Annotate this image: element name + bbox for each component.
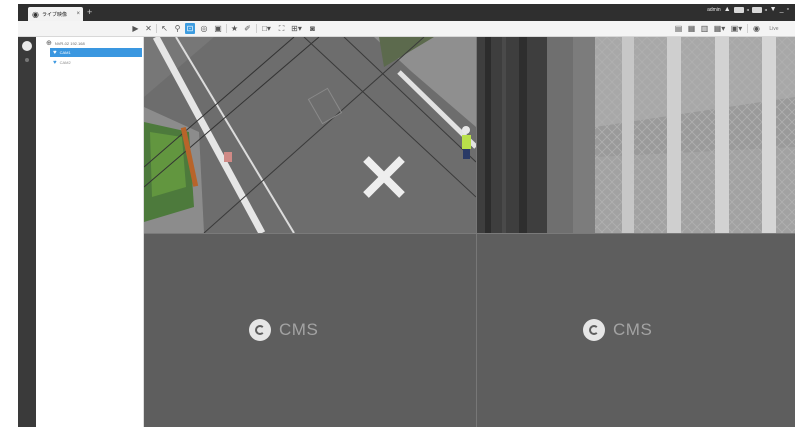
fence-camera-feed bbox=[477, 37, 795, 233]
cms-logo-icon bbox=[249, 319, 271, 341]
eye-icon[interactable]: ◎ bbox=[198, 23, 210, 34]
stop-icon[interactable]: ✕ bbox=[144, 23, 153, 34]
cms-logo-icon bbox=[583, 319, 605, 341]
monitor-icon[interactable] bbox=[751, 6, 762, 13]
tree-item-label: CAM2 bbox=[59, 60, 71, 65]
camera-icon[interactable]: ◙ bbox=[307, 23, 318, 34]
image-icon[interactable]: ▣ bbox=[213, 23, 223, 34]
camera-icon: ♥ bbox=[53, 49, 57, 56]
play-icon[interactable]: ▶ bbox=[131, 23, 140, 34]
toolbar-separator bbox=[747, 24, 748, 33]
restore-icon[interactable]: ▫ bbox=[787, 6, 789, 13]
monitor-icon[interactable] bbox=[733, 6, 744, 13]
toolbar-separator bbox=[156, 24, 157, 33]
star-icon[interactable]: ★ bbox=[230, 23, 239, 34]
view-custom-icon[interactable]: ▣▾ bbox=[730, 23, 743, 34]
cms-logo-text: CMS bbox=[279, 320, 319, 339]
user-icon[interactable]: ▲ bbox=[724, 6, 731, 13]
minimize-icon[interactable]: _ bbox=[780, 6, 784, 13]
video-cell-2[interactable] bbox=[477, 37, 795, 233]
tree-item[interactable]: ♥ CAM2 bbox=[50, 58, 142, 67]
focus-icon[interactable]: ⊡ bbox=[185, 23, 195, 34]
eye-icon[interactable]: ◉ bbox=[752, 23, 761, 34]
tree-root-label: NVR-02 192.168 bbox=[54, 40, 85, 46]
left-strip bbox=[18, 37, 36, 427]
zoom-icon[interactable]: ⚲ bbox=[173, 23, 182, 34]
tree-root[interactable]: ⊕ NVR-02 192.168 bbox=[46, 39, 85, 47]
pin-icon[interactable]: ✐ bbox=[243, 23, 252, 34]
grid-divider-vertical bbox=[476, 37, 477, 427]
layout-grid-icon[interactable]: ⊞▾ bbox=[290, 23, 303, 34]
toolbar-separator bbox=[226, 24, 227, 33]
video-cell-3[interactable]: CMS bbox=[144, 234, 476, 427]
tab-live-view[interactable]: ◉ ライブ映像 × bbox=[28, 7, 83, 21]
live-label[interactable]: Live bbox=[764, 23, 784, 34]
layout-1-icon[interactable]: □▾ bbox=[260, 23, 273, 34]
view-4-icon[interactable]: ▦ bbox=[687, 23, 696, 34]
toolbar-separator bbox=[256, 24, 257, 33]
camera-icon: ♥ bbox=[53, 59, 57, 66]
eye-icon: ◉ bbox=[32, 9, 39, 19]
view-16-icon[interactable]: ▦▾ bbox=[713, 23, 726, 34]
video-cell-1[interactable] bbox=[144, 37, 476, 233]
device-tree: ⊕ NVR-02 192.168 ♥ CAM1 ♥ CAM2 bbox=[36, 37, 144, 427]
tab-label: ライブ映像 bbox=[41, 11, 67, 18]
tab-close-icon[interactable]: × bbox=[76, 11, 80, 17]
system-tray: admin ▲ ◂ ◂ ▼ _ ▫ bbox=[707, 6, 789, 13]
add-tab-icon[interactable]: + bbox=[87, 7, 92, 17]
tree-item-label: CAM1 bbox=[59, 50, 71, 55]
settings-dot-icon[interactable] bbox=[25, 58, 29, 62]
video-grid: CMS CMS bbox=[144, 37, 795, 427]
title-bar: ◉ ライブ映像 × + admin ▲ ◂ ◂ ▼ _ ▫ bbox=[18, 4, 795, 21]
network-icon[interactable]: ▼ bbox=[770, 6, 777, 13]
toolbar: ▶ ✕ ↖ ⚲ ⊡ ◎ ▣ ★ ✐ □▾ ⛶ ⊞▾ ◙ ▤ ▦ ▥ ▦▾ ▣▾ … bbox=[18, 21, 795, 37]
user-name[interactable]: admin bbox=[707, 7, 721, 13]
cms-logo: CMS bbox=[249, 319, 318, 341]
pointer-icon[interactable]: ↖ bbox=[160, 23, 169, 34]
view-9-icon[interactable]: ▥ bbox=[700, 23, 709, 34]
video-cell-4[interactable]: CMS bbox=[477, 234, 795, 427]
cms-logo: CMS bbox=[583, 319, 652, 341]
cms-logo-text: CMS bbox=[613, 320, 653, 339]
grid-divider-horizontal bbox=[144, 233, 795, 234]
view-1-icon[interactable]: ▤ bbox=[674, 23, 683, 34]
tree-item-selected[interactable]: ♥ CAM1 bbox=[50, 48, 142, 57]
fullscreen-icon[interactable]: ⛶ bbox=[277, 23, 286, 34]
camera-list-icon[interactable] bbox=[22, 41, 32, 51]
recorder-icon: ⊕ bbox=[46, 40, 52, 47]
street-camera-feed bbox=[144, 37, 476, 233]
